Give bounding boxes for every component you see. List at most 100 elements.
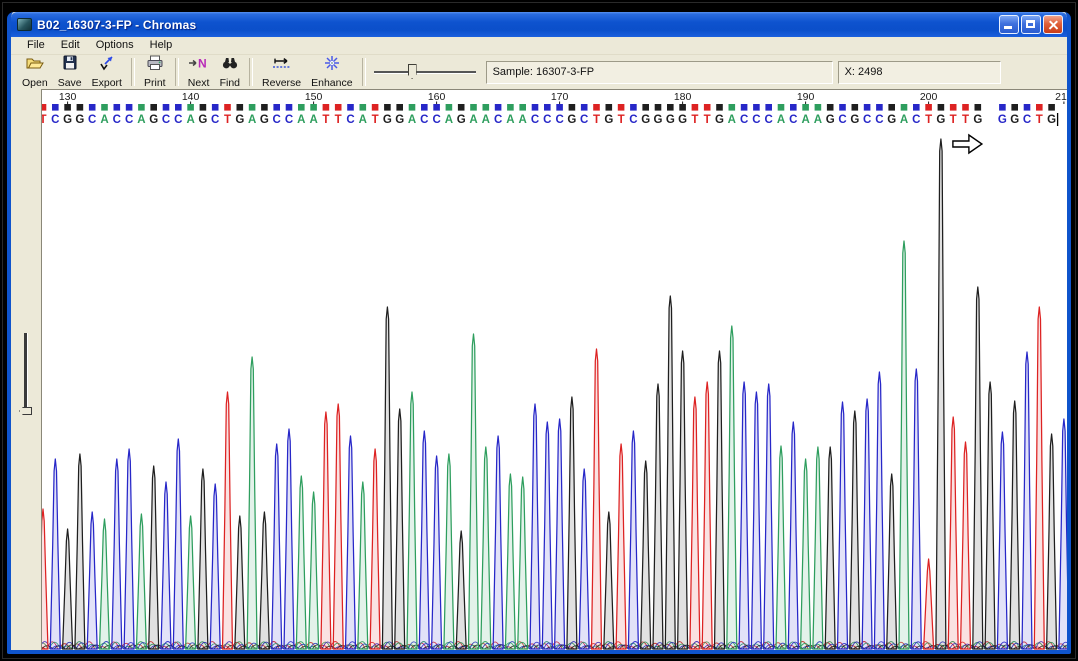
- quality-square: [1011, 104, 1018, 111]
- position-ruler: 130140150160170180190200210: [59, 91, 1067, 104]
- print-label: Print: [144, 77, 166, 89]
- maximize-icon: [1026, 20, 1035, 28]
- trace-peak: [505, 474, 515, 649]
- trace-peak: [296, 476, 306, 649]
- quality-square: [126, 104, 133, 111]
- close-button[interactable]: [1043, 15, 1063, 34]
- base-letter: C: [432, 114, 440, 126]
- base-letter: A: [801, 114, 809, 126]
- quality-square: [114, 104, 121, 111]
- base-letter: A: [506, 114, 514, 126]
- trace-peak: [112, 459, 122, 649]
- trace-peak: [985, 382, 995, 649]
- base-letter: C: [629, 114, 637, 126]
- trace-peak: [948, 417, 958, 649]
- quality-square: [237, 104, 244, 111]
- open-button[interactable]: Open: [17, 56, 53, 88]
- quality-square: [839, 104, 846, 111]
- base-letter: A: [408, 114, 416, 126]
- vertical-scale-slider-thumb[interactable]: [19, 407, 32, 415]
- trace-peak: [149, 466, 159, 649]
- trace-peak: [75, 454, 85, 649]
- menu-help[interactable]: Help: [142, 38, 181, 53]
- reverse-button[interactable]: Reverse: [257, 56, 306, 88]
- base-letter: C: [285, 114, 293, 126]
- window-title: B02_16307-3-FP - Chromas: [37, 18, 999, 32]
- trace-peak: [87, 512, 97, 649]
- trace-peak: [1022, 352, 1032, 649]
- quality-square: [163, 104, 170, 111]
- trace-peaks: [42, 139, 1067, 649]
- trace-peak: [235, 516, 245, 649]
- zoom-slider-thumb[interactable]: [408, 64, 417, 79]
- base-letter: G: [567, 114, 576, 126]
- trace-peak: [887, 474, 897, 649]
- ruler-number: 150: [305, 91, 323, 103]
- base-letter: G: [260, 114, 269, 126]
- trace-peak: [776, 446, 786, 649]
- maximize-button[interactable]: [1021, 15, 1041, 34]
- base-letter: G: [850, 114, 859, 126]
- trace-peak: [924, 559, 934, 649]
- quality-square: [273, 104, 280, 111]
- left-panel: [11, 89, 41, 650]
- base-letter: T: [962, 114, 969, 126]
- quality-square: [790, 104, 797, 111]
- trace-peak: [973, 287, 983, 649]
- svg-text:N: N: [198, 57, 207, 71]
- trace-peak: [862, 399, 872, 649]
- enhance-button[interactable]: Enhance: [306, 56, 357, 88]
- quality-square: [335, 104, 342, 111]
- toolbar-separator: [362, 58, 366, 86]
- quality-square: [692, 104, 699, 111]
- base-letter: A: [309, 114, 317, 126]
- base-letter: T: [372, 114, 379, 126]
- base-letter: A: [137, 114, 145, 126]
- trace-peak: [272, 444, 282, 649]
- quality-square: [396, 104, 403, 111]
- base-letter: A: [519, 114, 527, 126]
- find-button[interactable]: Find: [215, 56, 245, 88]
- quality-square: [89, 104, 96, 111]
- quality-square: [52, 104, 59, 111]
- zoom-slider[interactable]: [372, 61, 478, 83]
- save-button[interactable]: Save: [53, 56, 87, 88]
- trace-peak: [333, 404, 343, 649]
- app-icon: [17, 18, 32, 31]
- next-button[interactable]: N Next: [183, 56, 215, 88]
- base-letter: G: [383, 114, 392, 126]
- quality-square: [77, 104, 84, 111]
- trace-peak: [1034, 307, 1044, 649]
- base-letter: A: [100, 114, 108, 126]
- right-block-arrow: [953, 135, 982, 153]
- base-letter: C: [346, 114, 354, 126]
- menu-edit[interactable]: Edit: [53, 38, 88, 53]
- base-letter: C: [273, 114, 281, 126]
- chromatogram-canvas[interactable]: TCGGCACCAGCCAGCTGAGCCAATTCATGGACCAGAACAA…: [41, 89, 1067, 650]
- quality-square: [212, 104, 219, 111]
- base-letter: C: [494, 114, 502, 126]
- title-bar[interactable]: B02_16307-3-FP - Chromas: [11, 12, 1067, 37]
- toolbar-separator: [175, 58, 179, 86]
- trace-peak: [838, 402, 848, 649]
- vertical-scale-slider-track: [24, 333, 28, 411]
- x-coordinate-field: X: 2498: [838, 61, 1001, 84]
- quality-square: [642, 104, 649, 111]
- base-letter: C: [125, 114, 133, 126]
- base-letter: G: [641, 114, 650, 126]
- trace-peak: [715, 351, 725, 649]
- menu-options[interactable]: Options: [88, 38, 142, 53]
- trace-peak: [665, 296, 675, 649]
- quality-square: [519, 104, 526, 111]
- print-button[interactable]: Print: [139, 56, 171, 88]
- quality-square: [864, 104, 871, 111]
- trace-peak: [284, 429, 294, 649]
- quality-square: [42, 104, 46, 111]
- trace-peak: [555, 419, 565, 649]
- quality-square: [679, 104, 686, 111]
- trace-peak: [727, 326, 737, 649]
- minimize-button[interactable]: [999, 15, 1019, 34]
- export-button[interactable]: Export: [87, 56, 127, 88]
- menu-file[interactable]: File: [19, 38, 53, 53]
- trace-peak: [1010, 401, 1020, 649]
